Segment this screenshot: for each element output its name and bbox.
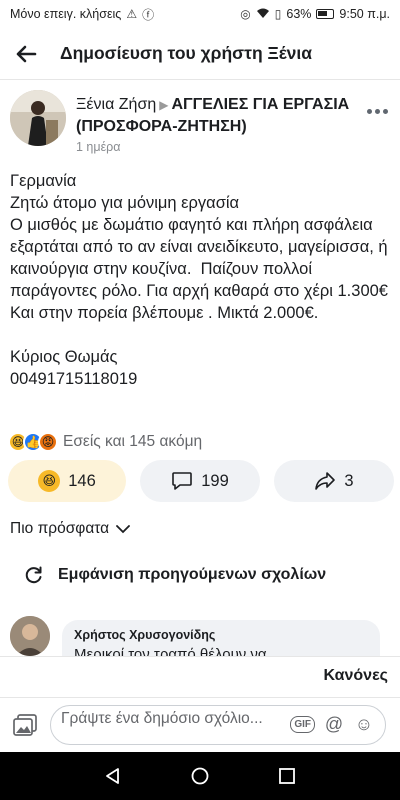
back-button[interactable] [0, 28, 52, 80]
sim-icon: ▯ [274, 7, 282, 21]
nav-recents-icon[interactable] [277, 766, 297, 786]
commenter-name[interactable]: Χρήστος Χρυσογονίδης [74, 628, 368, 642]
system-navigation-bar [0, 752, 400, 800]
author-name[interactable]: Ξένια Ζήση [76, 96, 156, 113]
dot-icon [366, 108, 372, 114]
comment-text: Μερικοί τον τραπό θέλουν να [74, 646, 267, 656]
commenter-avatar[interactable] [10, 616, 50, 656]
reaction-count: 146 [68, 471, 96, 490]
mention-icon[interactable]: @ [323, 714, 345, 736]
haha-icon: 😆 [38, 470, 61, 492]
photo-icon [13, 713, 37, 736]
rules-bar: Κανόνες [0, 656, 400, 696]
battery-percent: 63% [286, 7, 312, 21]
post-actions: 😆 146 199 3 [8, 460, 394, 504]
reaction-icons: 😆 👍 😡 [8, 432, 58, 452]
comment-button[interactable]: 199 [140, 460, 260, 502]
comment-bubble[interactable]: Χρήστος Χρυσογονίδης Μερικοί τον τραπό θ… [62, 620, 380, 656]
dot-icon [382, 108, 388, 114]
comment-icon [172, 472, 193, 490]
more-options-button[interactable] [364, 104, 390, 118]
view-previous-comments[interactable]: Εμφάνιση προηγούμενων σχολίων [24, 565, 326, 585]
share-button[interactable]: 3 [274, 460, 394, 502]
rules-button[interactable]: Κανόνες [323, 667, 388, 685]
add-photo-button[interactable] [0, 698, 50, 752]
refresh-icon [25, 566, 42, 584]
share-icon [315, 472, 336, 490]
author-line: Ξένια Ζήση ▶ ΑΓΓΕΛΙΕΣ ΓΙΑ ΕΡΓΑΣΙΑ (ΠΡΟΣΦΟΡ… [76, 94, 356, 137]
nav-back-icon[interactable] [103, 766, 123, 786]
post-text: Γερμανία Ζητώ άτομο για μόνιμη εργασία Ο… [10, 172, 388, 388]
reactions-summary[interactable]: 😆 👍 😡 Εσείς και 145 ακόμη [8, 430, 202, 454]
author-avatar[interactable] [10, 90, 66, 146]
post-timestamp[interactable]: 1 ημέρα [76, 140, 121, 154]
comment-item: Χρήστος Χρυσογονίδης Μερικοί τον τραπό θ… [10, 614, 394, 656]
gif-button[interactable]: GIF [290, 716, 315, 733]
previous-comments-label: Εμφάνιση προηγούμενων σχολίων [58, 566, 327, 583]
warning-icon: ⚠ [126, 7, 138, 21]
post-header: Ξένια Ζήση ▶ ΑΓΓΕΛΙΕΣ ΓΙΑ ΕΡΓΑΣΙΑ (ΠΡΟΣΦΟΡ… [0, 86, 400, 156]
chevron-down-icon [116, 525, 131, 534]
sort-label: Πιο πρόσφατα [10, 520, 110, 537]
emoji-icon[interactable]: ☺ [353, 714, 375, 736]
comment-composer: Γράψτε ένα δημόσιο σχόλιο... GIF @ ☺ [0, 697, 400, 751]
reactions-text: Εσείς και 145 ακόμη [63, 433, 203, 450]
post-body: Γερμανία Ζητώ άτομο για μόνιμη εργασία Ο… [10, 170, 394, 390]
wifi-icon [256, 7, 270, 22]
back-arrow-icon [16, 45, 37, 62]
comment-input-placeholder: Γράψτε ένα δημόσιο σχόλιο... [61, 709, 263, 727]
triangle-right-icon: ▶ [159, 98, 169, 112]
share-count: 3 [344, 471, 354, 490]
comment-sort-dropdown[interactable]: Πιο πρόσφατα [10, 520, 131, 538]
carrier-text: Μόνο επειγ. κλήσεις [10, 7, 122, 21]
facebook-notification-icon: ⓕ [142, 7, 155, 22]
nav-home-icon[interactable] [190, 766, 210, 786]
page-title: Δημοσίευση του χρήστη Ξένια [60, 43, 313, 63]
comment-input[interactable]: Γράψτε ένα δημόσιο σχόλιο... GIF @ ☺ [50, 704, 386, 745]
battery-icon [316, 9, 335, 19]
react-button[interactable]: 😆 146 [8, 460, 126, 502]
app-bar: Δημοσίευση του χρήστη Ξένια [0, 28, 400, 80]
comment-count: 199 [201, 471, 229, 490]
dot-icon [374, 108, 380, 114]
clock: 9:50 π.μ. [339, 7, 390, 21]
status-bar: Μόνο επειγ. κλήσεις ⚠ ⓕ ◎ ▯ 63% 9:50 π.μ… [0, 0, 400, 28]
angry-reaction-icon: 😡 [38, 432, 58, 452]
composer-icons: GIF @ ☺ [290, 714, 375, 736]
data-saver-icon: ◎ [240, 7, 251, 21]
